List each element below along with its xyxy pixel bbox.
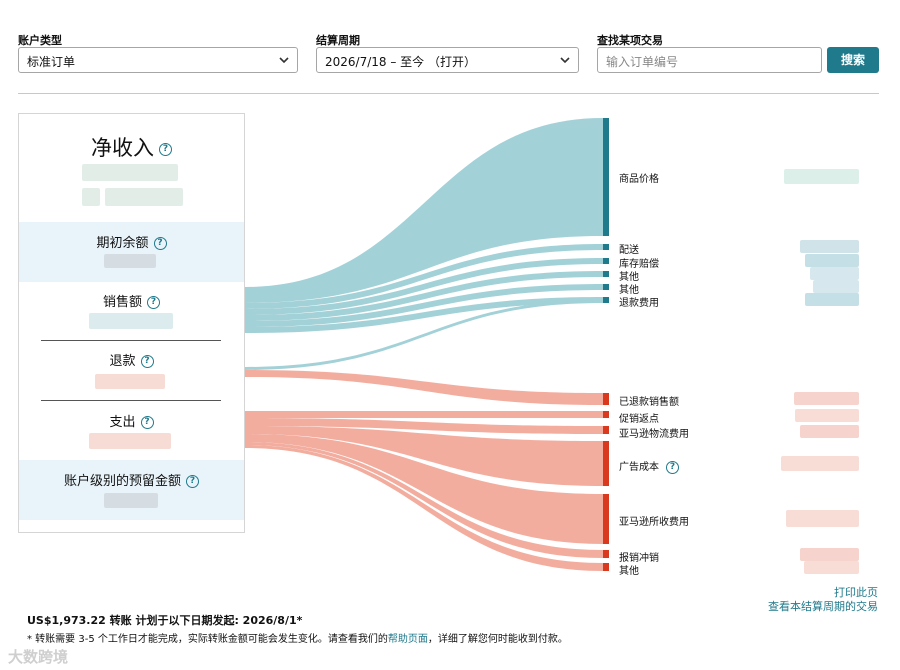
redacted-value [784, 169, 859, 184]
transfer-info: US$1,973.22 转账 计划于以下日期发起: 2026/8/1* [27, 614, 303, 627]
summary-panel: 净收入? 期初余额? 销售额? 退款? 支出? 账户级别的预留金额? [18, 113, 245, 533]
sales-label: 销售额 [102, 295, 142, 310]
node-inventory [603, 258, 609, 264]
node-ad-cost [603, 441, 609, 486]
redacted-value [794, 392, 859, 405]
node-other-expense [603, 563, 609, 571]
node-other-2 [603, 284, 609, 290]
note-text: ，详细了解您何时能收到付款。 [427, 634, 568, 645]
node-promo-rebate [603, 411, 609, 418]
node-refund-fees [603, 297, 609, 303]
view-transactions-link[interactable]: 查看本结算周期的交易 [768, 598, 878, 614]
category-label-product-price: 商品价格 [619, 174, 659, 185]
redacted-value [804, 561, 859, 574]
refunds-section: 退款? [19, 341, 244, 400]
redacted-value [795, 409, 859, 422]
category-label-promo-rebate: 促销返点 [619, 414, 659, 425]
redacted-value [82, 188, 100, 206]
node-refunded-sales [603, 393, 609, 405]
redacted-value [813, 280, 859, 293]
redacted-value [95, 374, 165, 389]
category-label-ad-cost: 广告成本? [619, 458, 679, 474]
help-icon[interactable]: ? [147, 296, 160, 309]
redacted-value [104, 493, 158, 508]
opening-balance-label: 期初余额 [96, 236, 149, 251]
category-label-refund-fees: 退款费用 [619, 298, 659, 309]
help-icon[interactable]: ? [153, 237, 167, 250]
category-label-shipping: 配送 [619, 245, 639, 256]
net-income-title: 净收入 [91, 136, 154, 160]
category-label-other: 其他 [619, 566, 639, 577]
node-other-1 [603, 271, 609, 277]
redacted-value [800, 425, 859, 438]
reserve-section: 账户级别的预留金额? [19, 460, 244, 520]
net-income-section: 净收入? [19, 114, 244, 222]
reserve-label: 账户级别的预留金额 [63, 474, 181, 489]
sales-section: 销售额? [19, 282, 244, 340]
node-reimbursement [603, 550, 609, 558]
redacted-value [781, 456, 859, 471]
help-icon[interactable]: ? [140, 355, 154, 368]
node-shipping [603, 244, 609, 250]
redacted-value [810, 267, 859, 280]
refunds-label: 退款 [109, 354, 136, 369]
redacted-value [82, 164, 178, 181]
node-product-price [603, 118, 609, 236]
note-text: * 转账需要 3-5 个工作日才能完成，实际转账金额可能会发生变化。请查看我们的 [27, 634, 388, 645]
help-icon[interactable]: ? [186, 475, 199, 488]
watermark: 大数跨境 [8, 648, 69, 666]
transfer-note: * 转账需要 3-5 个工作日才能完成，实际转账金额可能会发生变化。请查看我们的… [27, 630, 568, 645]
flow-refunded-sales [245, 370, 603, 405]
redacted-value [89, 433, 171, 449]
node-fba-fees [603, 426, 609, 434]
help-icon[interactable]: ? [666, 460, 679, 474]
help-icon[interactable]: ? [159, 142, 172, 156]
redacted-value [805, 293, 859, 306]
category-label-amazon-fees: 亚马逊所收费用 [619, 517, 689, 528]
flow-promo-rebate [245, 411, 603, 418]
node-amazon-fees [603, 494, 609, 544]
expenses-section: 支出? [19, 401, 244, 460]
opening-balance-section: 期初余额? [19, 222, 244, 282]
category-label-fba-fees: 亚马逊物流费用 [619, 429, 689, 440]
redacted-value [805, 254, 859, 267]
help-icon[interactable]: ? [140, 416, 154, 429]
redacted-value [89, 313, 173, 329]
ad-cost-label: 广告成本 [619, 462, 659, 473]
category-label-refunded-sales: 已退款销售额 [619, 397, 679, 408]
redacted-value [105, 188, 183, 206]
redacted-value [800, 240, 859, 253]
redacted-value [104, 254, 156, 268]
expenses-label: 支出 [109, 415, 136, 430]
redacted-value [786, 510, 859, 527]
redacted-value [800, 548, 859, 561]
help-page-link[interactable]: 帮助页面 [388, 634, 428, 645]
